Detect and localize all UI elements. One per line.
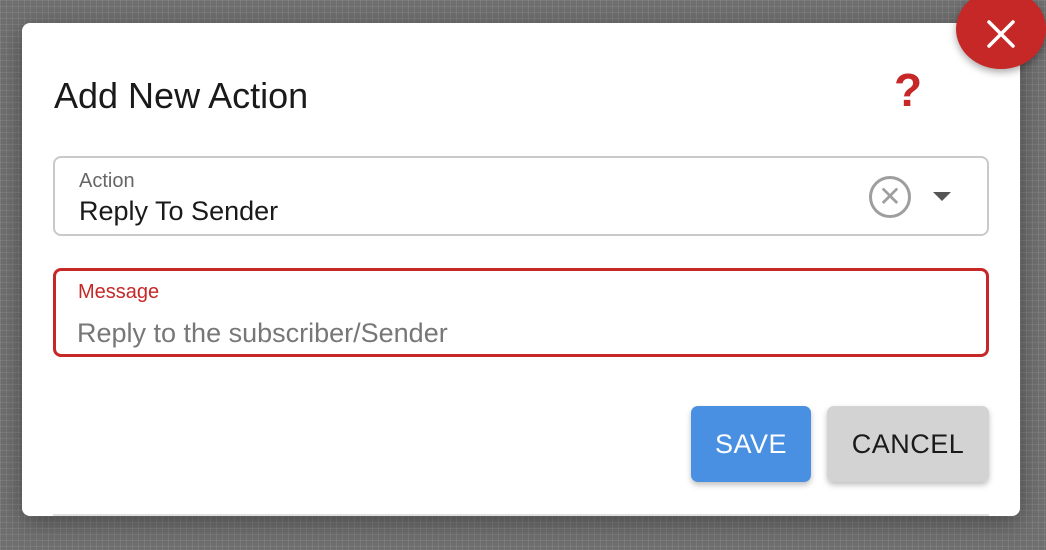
action-select[interactable]: Action Reply To Sender ✕ [53, 156, 989, 236]
help-question-icon[interactable]: ? [894, 67, 922, 113]
chevron-down-icon[interactable] [933, 192, 951, 201]
close-icon [987, 20, 1015, 48]
message-field[interactable]: Message [53, 268, 989, 357]
message-field-label: Message [78, 281, 160, 303]
footer-divider [53, 514, 989, 516]
message-input[interactable] [77, 315, 957, 351]
action-field-label: Action [79, 170, 135, 192]
save-button[interactable]: SAVE [691, 406, 811, 482]
clear-selection-icon[interactable]: ✕ [869, 176, 911, 218]
dialog-title: Add New Action [54, 75, 309, 116]
cancel-button[interactable]: CANCEL [827, 406, 989, 482]
add-action-dialog: Add New Action ? Action Reply To Sender … [22, 23, 1020, 516]
action-selected-value: Reply To Sender [79, 196, 279, 226]
